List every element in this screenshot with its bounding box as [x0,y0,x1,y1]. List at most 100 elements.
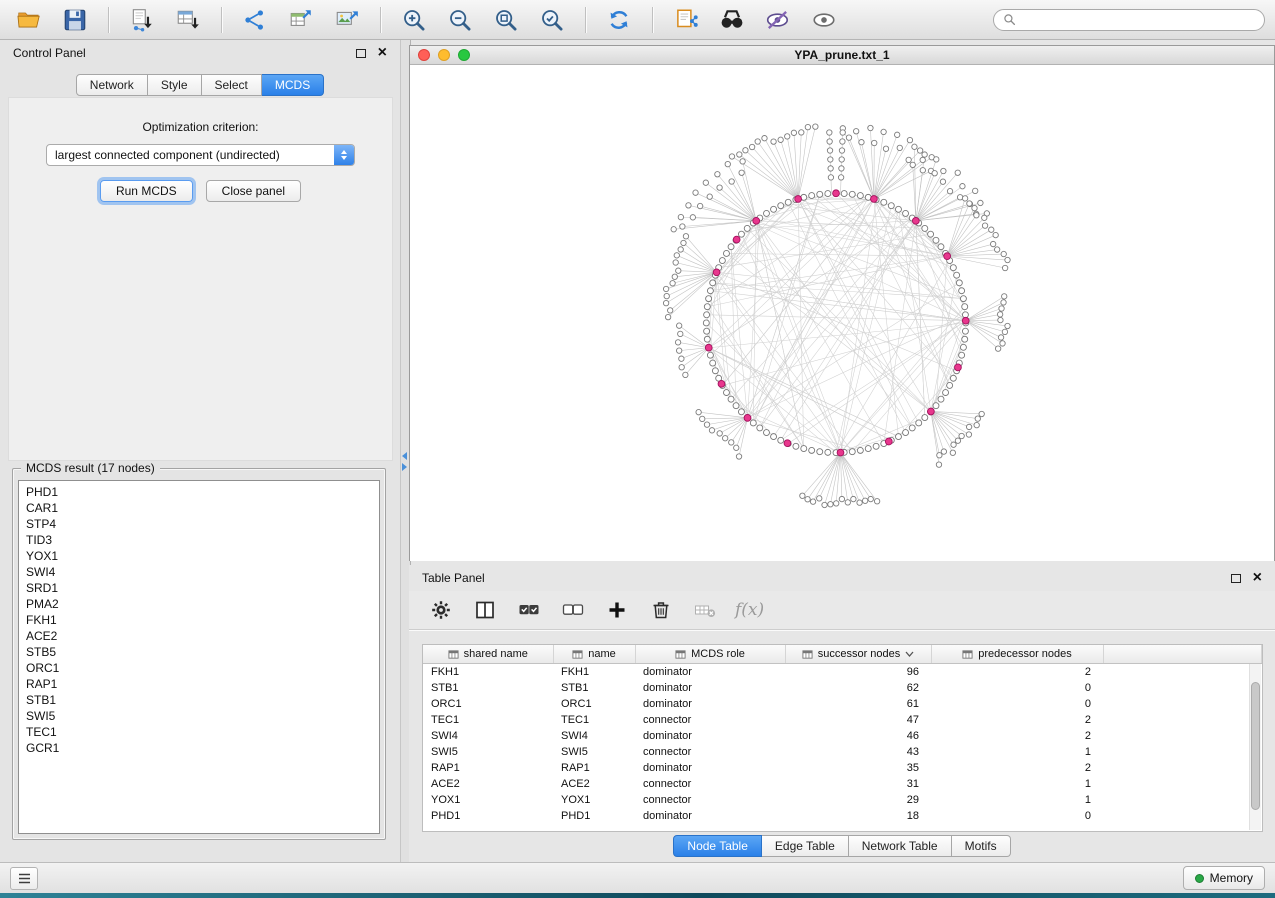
result-node[interactable]: TID3 [19,532,379,548]
toolbar-button-hide-selected[interactable] [759,4,797,36]
column-header-shared-name[interactable]: shared name [423,645,553,664]
table-cell-filler [1103,776,1262,792]
table-tab-node-table[interactable]: Node Table [673,835,762,857]
toolbar-button-zoom-out[interactable] [441,4,479,36]
window-controls [418,49,470,61]
column-header-successor-nodes[interactable]: successor nodes [785,645,931,664]
tab-style[interactable]: Style [148,74,202,96]
table-toolbar-button-select-all[interactable] [515,596,543,624]
toolbar-button-share-document[interactable] [667,4,705,36]
network-canvas[interactable] [410,65,1274,561]
function-builder-button[interactable]: f(x) [735,600,764,620]
column-header-predecessor-nodes[interactable]: predecessor nodes [931,645,1103,664]
splitter-collapse-icons[interactable] [402,452,407,471]
tab-network[interactable]: Network [76,74,148,96]
delete-row-icon [649,598,673,622]
close-panel-icon[interactable]: × [378,46,387,60]
table-row[interactable]: SWI5SWI5connector431 [423,744,1262,760]
close-panel-button[interactable]: Close panel [206,180,301,202]
toolbar-button-export-network[interactable] [236,4,274,36]
toolbar-button-import-table[interactable] [169,4,207,36]
toolbar-button-zoom-selected[interactable] [533,4,571,36]
toolbar-button-save[interactable] [56,4,94,36]
toolbar-button-refresh-layout[interactable] [600,4,638,36]
table-cell: SWI4 [423,728,553,744]
result-node[interactable]: GCR1 [19,740,379,756]
search-field[interactable] [993,9,1265,31]
result-node[interactable]: ACE2 [19,628,379,644]
toolbar-button-show-all[interactable] [805,4,843,36]
table-row[interactable]: TEC1TEC1connector472 [423,712,1262,728]
table-tab-motifs[interactable]: Motifs [952,835,1011,857]
close-window-icon[interactable] [418,49,430,61]
tab-select[interactable]: Select [202,74,262,96]
table-cell: ACE2 [423,776,553,792]
toolbar-button-zoom-in[interactable] [395,4,433,36]
result-node[interactable]: YOX1 [19,548,379,564]
table-toolbar-button-gear[interactable] [427,596,455,624]
search-input[interactable] [1022,12,1255,28]
column-header-mcds-role[interactable]: MCDS role [635,645,785,664]
table-cell-filler [1103,664,1262,681]
result-node[interactable]: PHD1 [19,484,379,500]
column-header-name[interactable]: name [553,645,635,664]
status-menu-button[interactable] [10,867,38,890]
table-tab-network-table[interactable]: Network Table [849,835,952,857]
result-node[interactable]: STB5 [19,644,379,660]
control-panel-tabs: NetworkStyleSelectMCDS [0,74,400,96]
table-toolbar-button-add-row[interactable] [603,596,631,624]
minimize-window-icon[interactable] [438,49,450,61]
export-table-icon [288,7,314,33]
table-row[interactable]: RAP1RAP1dominator352 [423,760,1262,776]
result-node[interactable]: ORC1 [19,660,379,676]
result-node[interactable]: STB1 [19,692,379,708]
table-row[interactable]: ACE2ACE2connector311 [423,776,1262,792]
table-row[interactable]: PHD1PHD1dominator180 [423,808,1262,824]
run-mcds-button[interactable]: Run MCDS [100,180,193,202]
table-toolbar-button-deselect-all[interactable] [559,596,587,624]
network-window-titlebar[interactable]: YPA_prune.txt_1 [410,46,1274,65]
tab-mcds[interactable]: MCDS [262,74,324,96]
zoom-window-icon[interactable] [458,49,470,61]
float-table-panel-icon[interactable] [1231,574,1241,583]
toolbar-icon-group [10,4,843,36]
table-toolbar-button-columns[interactable] [471,596,499,624]
table-row[interactable]: SWI4SWI4dominator462 [423,728,1262,744]
table-scrollbar-thumb[interactable] [1251,682,1260,810]
table-row[interactable]: FKH1FKH1dominator962 [423,664,1262,681]
result-node[interactable]: SWI5 [19,708,379,724]
criterion-dropdown[interactable]: largest connected component (undirected) [46,144,355,166]
table-row[interactable]: ORC1ORC1dominator610 [423,696,1262,712]
table-scrollbar[interactable] [1249,664,1261,830]
result-node[interactable]: TEC1 [19,724,379,740]
table-cell: 61 [785,696,931,712]
result-node[interactable]: SRD1 [19,580,379,596]
toolbar-button-export-image[interactable] [328,4,366,36]
memory-button[interactable]: Memory [1183,866,1265,890]
table-toolbar-button-delete-row[interactable] [647,596,675,624]
select-all-icon [517,598,541,622]
optimization-criterion-label: Optimization criterion: [9,120,392,134]
collapse-left-icon[interactable] [402,452,407,460]
result-node[interactable]: RAP1 [19,676,379,692]
result-node[interactable]: SWI4 [19,564,379,580]
table-tab-edge-table[interactable]: Edge Table [762,835,849,857]
mcds-result-list[interactable]: PHD1CAR1STP4TID3YOX1SWI4SRD1PMA2FKH1ACE2… [18,480,380,834]
table-row[interactable]: STB1STB1dominator620 [423,680,1262,696]
result-node[interactable]: CAR1 [19,500,379,516]
table-cell: connector [635,744,785,760]
table-toolbar-button-clear-row[interactable] [691,596,719,624]
close-table-panel-icon[interactable]: × [1253,571,1262,585]
result-node[interactable]: FKH1 [19,612,379,628]
result-node[interactable]: PMA2 [19,596,379,612]
toolbar-button-export-table[interactable] [282,4,320,36]
float-panel-icon[interactable] [356,49,366,58]
collapse-right-icon[interactable] [402,463,407,471]
result-node[interactable]: STP4 [19,516,379,532]
import-network-icon [129,7,155,33]
toolbar-button-import-network[interactable] [123,4,161,36]
toolbar-button-zoom-fit[interactable] [487,4,525,36]
toolbar-button-open-folder[interactable] [10,4,48,36]
toolbar-button-search-network[interactable] [713,4,751,36]
table-row[interactable]: YOX1YOX1connector291 [423,792,1262,808]
